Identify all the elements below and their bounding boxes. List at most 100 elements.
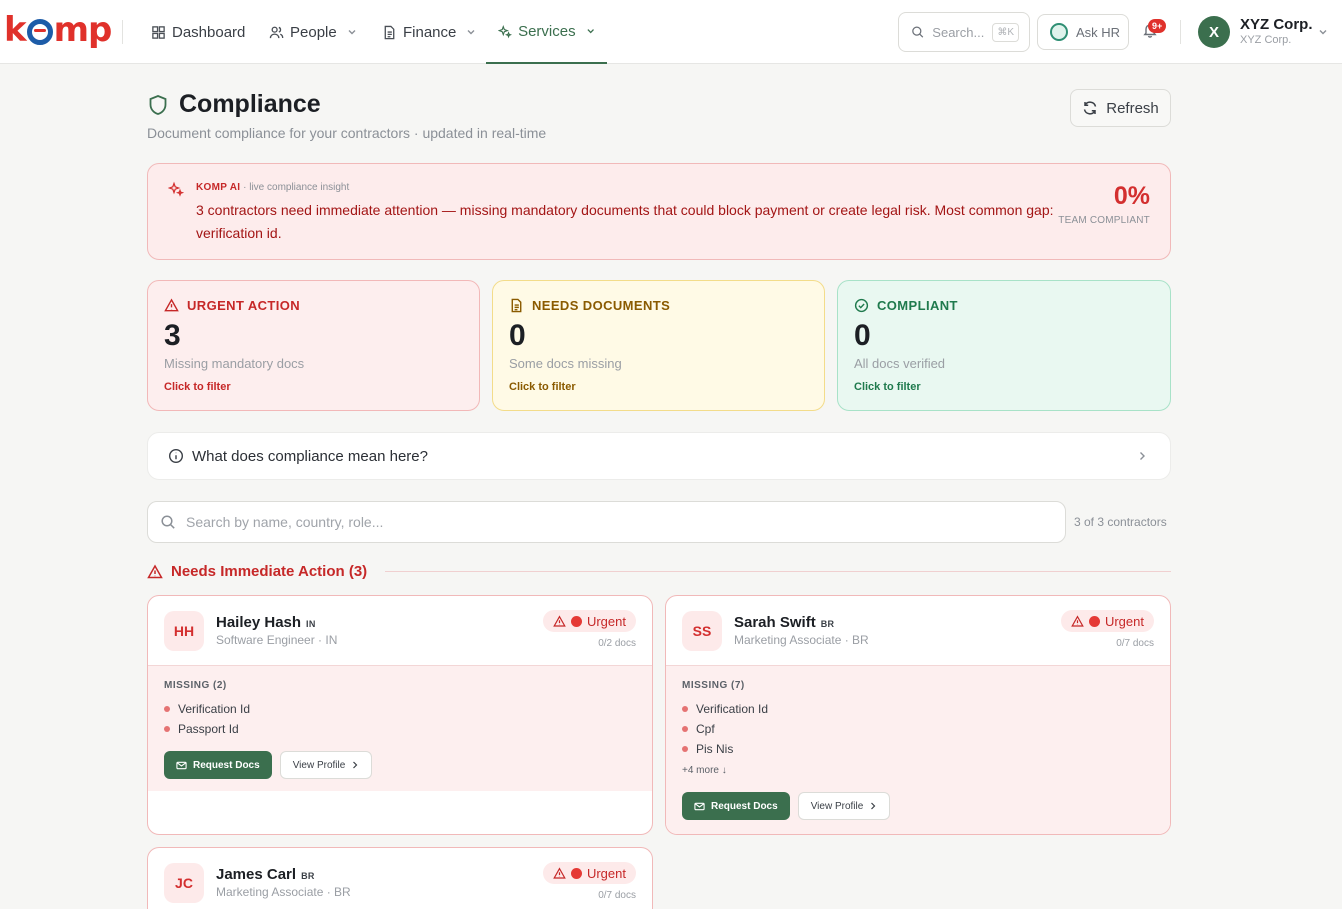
nav-item-finance[interactable]: Finance bbox=[382, 0, 476, 64]
contractor-card-header[interactable]: HH Hailey Hash IN Software Engineer · IN … bbox=[148, 596, 652, 666]
nav-item-dashboard[interactable]: Dashboard bbox=[151, 0, 245, 64]
contractor-role: Marketing Associate · BR bbox=[216, 885, 351, 899]
stat-compliant-value: 0 bbox=[854, 319, 871, 352]
missing-docs-title: MISSING (7) bbox=[682, 680, 745, 691]
contractor-name-text: Hailey Hash bbox=[216, 614, 302, 631]
view-profile-button[interactable]: View Profile bbox=[797, 792, 891, 820]
urgent-dot-icon bbox=[1088, 615, 1100, 627]
contractor-name-text: Sarah Swift bbox=[734, 614, 816, 631]
stat-compliant-label: COMPLIANT bbox=[877, 298, 958, 313]
stat-card-urgent[interactable]: URGENT ACTION 3 Missing mandatory docs C… bbox=[147, 280, 480, 411]
nav-item-people[interactable]: People bbox=[269, 0, 357, 64]
ask-hr-avatar-icon bbox=[1050, 23, 1068, 41]
view-profile-label: View Profile bbox=[810, 800, 864, 812]
stat-urgent-label: URGENT ACTION bbox=[187, 298, 301, 313]
missing-docs-panel: MISSING (7) Verification Id Cpf Pis Nis … bbox=[666, 666, 1170, 834]
contractor-name: Hailey Hash IN bbox=[216, 614, 316, 631]
chevron-down-icon[interactable] bbox=[1318, 27, 1328, 37]
nav-item-finance-label: Finance bbox=[403, 23, 457, 41]
stat-needs-docs-label: NEEDS DOCUMENTS bbox=[532, 298, 671, 313]
section-divider bbox=[385, 571, 1171, 572]
view-profile-button[interactable]: View Profile bbox=[279, 751, 373, 779]
status-badge: Urgent bbox=[542, 610, 636, 632]
compliance-explainer-toggle[interactable]: What does compliance mean here? bbox=[147, 432, 1171, 480]
stat-urgent-value: 3 bbox=[164, 319, 181, 352]
sparkles-icon bbox=[168, 181, 184, 197]
search-shortcut-hint: ⌘K bbox=[992, 22, 1019, 42]
komp-logo[interactable]: k mp bbox=[4, 10, 112, 50]
page-title: Compliance bbox=[147, 90, 321, 119]
contractor-name-text: James Carl bbox=[216, 866, 297, 883]
contractor-country-code: IN bbox=[306, 619, 316, 629]
user-avatar[interactable]: X bbox=[1198, 16, 1230, 48]
stat-urgent-filter-link[interactable]: Click to filter bbox=[164, 381, 231, 393]
account-name: XYZ Corp. bbox=[1240, 16, 1313, 33]
document-icon bbox=[384, 25, 395, 39]
stat-needs-docs-desc: Some docs missing bbox=[509, 356, 622, 371]
request-docs-label: Request Docs bbox=[711, 800, 778, 812]
document-icon bbox=[511, 298, 522, 313]
contractor-initials-avatar: SS bbox=[682, 611, 722, 651]
chevron-down-icon bbox=[467, 30, 475, 35]
contractor-role: Marketing Associate · BR bbox=[734, 633, 869, 647]
contractor-search-input[interactable]: Search by name, country, role... bbox=[147, 501, 1066, 543]
contractor-country-code: BR bbox=[820, 619, 835, 629]
stat-card-compliant[interactable]: COMPLIANT 0 All docs verified Click to f… bbox=[837, 280, 1171, 411]
refresh-button[interactable]: Refresh bbox=[1070, 89, 1171, 127]
nav-item-services-label: Services bbox=[518, 22, 576, 40]
shield-icon bbox=[149, 94, 167, 115]
contractor-search-placeholder: Search by name, country, role... bbox=[186, 514, 384, 530]
doc-count: 0/2 docs bbox=[598, 638, 636, 649]
stat-compliant-filter-link[interactable]: Click to filter bbox=[854, 381, 921, 393]
account-org: XYZ Corp. bbox=[1240, 34, 1292, 46]
contractor-card: JC James Carl BR Marketing Associate · BR… bbox=[147, 847, 653, 909]
contractor-name: Sarah Swift BR bbox=[734, 614, 834, 631]
user-divider bbox=[1180, 20, 1181, 44]
stat-urgent-label-row: URGENT ACTION bbox=[164, 298, 300, 313]
account-switcher[interactable]: XYZ Corp. XYZ Corp. bbox=[1240, 17, 1313, 46]
nav-item-dashboard-label: Dashboard bbox=[172, 23, 246, 41]
status-badge-label: Urgent bbox=[586, 613, 626, 629]
request-docs-button[interactable]: Request Docs bbox=[164, 751, 272, 779]
warning-triangle-icon bbox=[553, 614, 566, 627]
card-actions: Request Docs View Profile bbox=[164, 751, 636, 791]
page-subtitle: Document compliance for your contractors… bbox=[147, 125, 547, 141]
ask-hr-button[interactable]: Ask HR bbox=[1037, 14, 1129, 50]
missing-docs-panel: MISSING (2) Verification Id Passport Id … bbox=[148, 666, 652, 791]
needs-immediate-action-heading: Needs Immediate Action (3) bbox=[147, 563, 1171, 580]
ai-insight-header: KOMP AI · live compliance insight bbox=[196, 182, 349, 193]
request-docs-button[interactable]: Request Docs bbox=[682, 792, 790, 820]
grid-icon bbox=[152, 25, 165, 39]
stat-needs-docs-filter-link[interactable]: Click to filter bbox=[509, 381, 576, 393]
contractor-card-header[interactable]: SS Sarah Swift BR Marketing Associate · B… bbox=[666, 596, 1170, 666]
compliance-explainer-label: What does compliance mean here? bbox=[192, 447, 428, 465]
show-more-missing-link[interactable]: +4 more ↓ bbox=[682, 765, 1154, 776]
missing-doc-item: Verification Id bbox=[164, 699, 636, 719]
contractor-card: SS Sarah Swift BR Marketing Associate · B… bbox=[665, 595, 1171, 835]
global-search-input[interactable]: Search... ⌘K bbox=[898, 12, 1030, 52]
stat-card-needs-documents[interactable]: NEEDS DOCUMENTS 0 Some docs missing Clic… bbox=[492, 280, 825, 411]
stat-compliant-label-row: COMPLIANT bbox=[854, 298, 958, 313]
view-profile-label: View Profile bbox=[292, 759, 346, 771]
request-docs-label: Request Docs bbox=[193, 759, 260, 771]
chevron-right-icon bbox=[353, 761, 358, 769]
contractor-initials-avatar: JC bbox=[164, 863, 204, 903]
contractor-card-header[interactable]: JC James Carl BR Marketing Associate · BR… bbox=[148, 848, 652, 909]
warning-triangle-icon bbox=[1071, 614, 1084, 627]
contractor-role: Software Engineer · IN bbox=[216, 633, 338, 647]
chevron-down-icon bbox=[348, 30, 356, 35]
ai-tag: · live compliance insight bbox=[243, 182, 350, 193]
nav-item-services[interactable]: Services bbox=[486, 0, 607, 64]
mail-icon bbox=[694, 802, 705, 810]
ai-insight-text: 3 contractors need immediate attention —… bbox=[196, 202, 1054, 241]
chevron-right-icon bbox=[871, 802, 876, 810]
stat-needs-docs-value: 0 bbox=[509, 319, 526, 352]
contractor-country-code: BR bbox=[301, 871, 315, 881]
check-circle-icon bbox=[854, 298, 869, 313]
chevron-right-icon bbox=[1140, 452, 1145, 460]
urgent-dot-icon bbox=[570, 615, 582, 627]
warning-triangle-icon bbox=[553, 866, 566, 879]
team-compliance-percent: 0% bbox=[1113, 182, 1150, 210]
contractor-initials-avatar: HH bbox=[164, 611, 204, 651]
chevron-down-icon bbox=[587, 29, 594, 34]
